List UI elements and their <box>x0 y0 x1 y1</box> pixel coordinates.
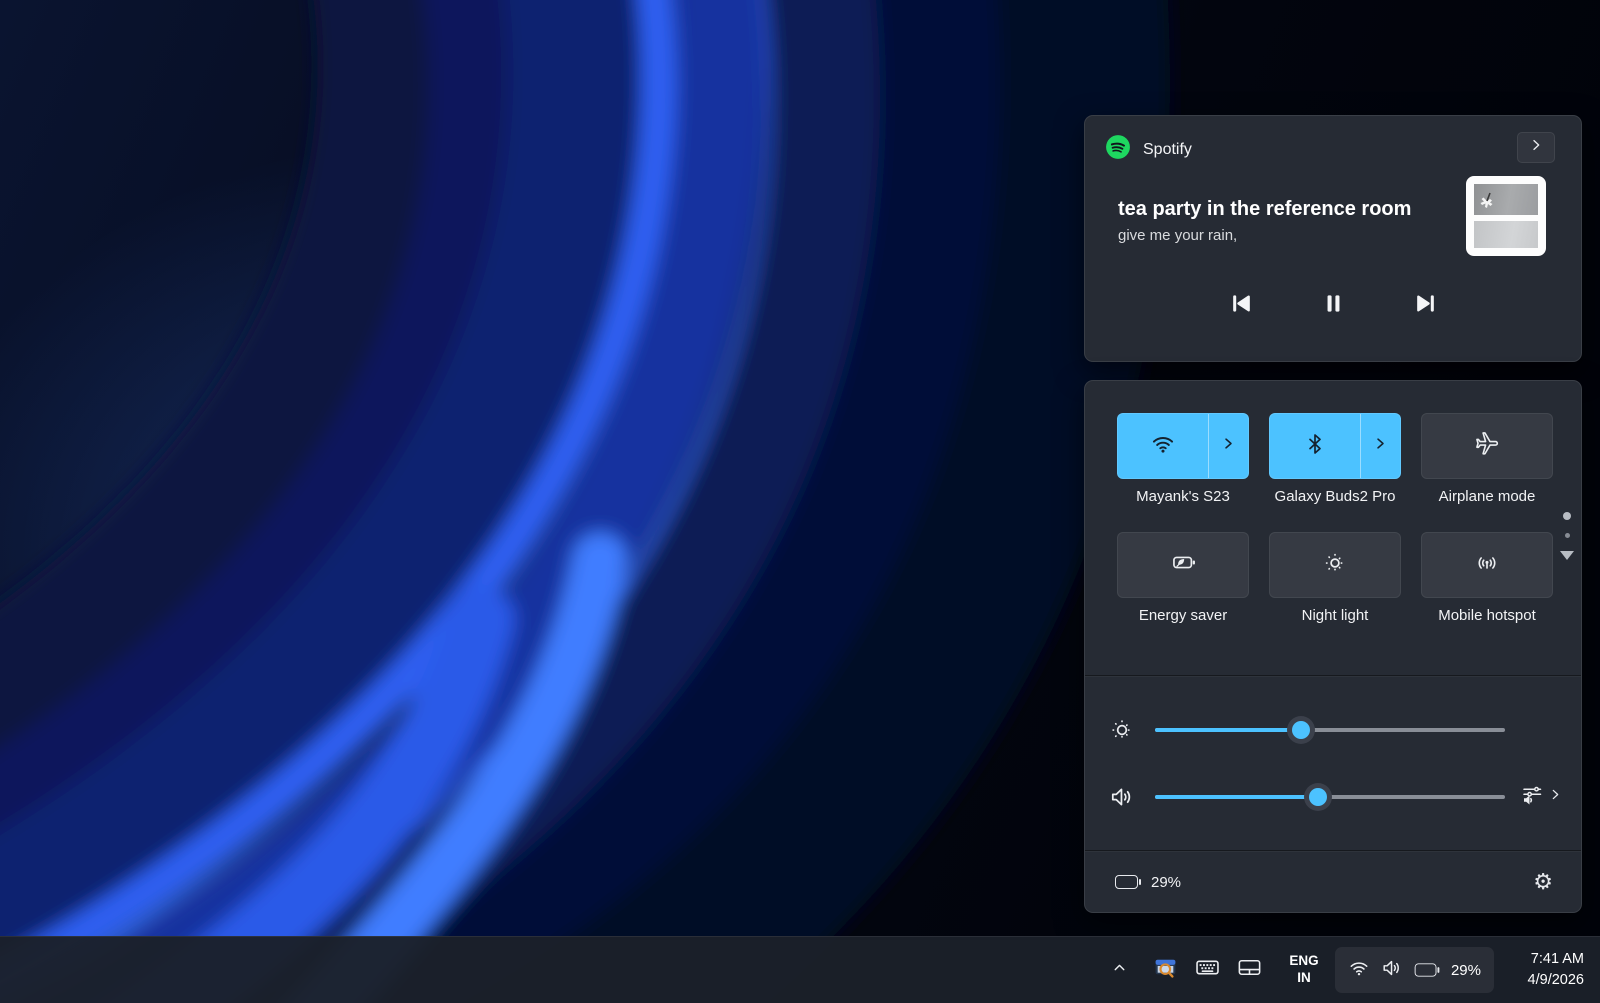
brightness-slider[interactable] <box>1155 719 1505 741</box>
previous-track-button[interactable] <box>1226 288 1256 318</box>
brightness-icon <box>1107 717 1137 743</box>
wifi-toggle[interactable] <box>1118 414 1208 478</box>
tile-label-energy-saver: Energy saver <box>1117 607 1249 624</box>
desktop: Spotify tea party in the reference room … <box>0 0 1600 1003</box>
tile-night-light[interactable] <box>1269 532 1401 598</box>
volume-slider[interactable] <box>1155 786 1505 808</box>
volume-row <box>1107 763 1563 830</box>
battery-icon <box>1415 963 1440 976</box>
page-dot-next[interactable] <box>1565 533 1570 538</box>
keyboard-icon <box>1194 954 1221 986</box>
album-art-flower <box>1476 192 1498 215</box>
chevron-right-icon <box>1528 137 1544 158</box>
next-track-button[interactable] <box>1410 288 1440 318</box>
touch-keyboard-button[interactable] <box>1189 948 1227 992</box>
quick-settings-tiles: Mayank's S23 Galaxy Buds2 Pro Airplane m… <box>1117 413 1553 651</box>
airplane-icon <box>1474 431 1500 462</box>
spotify-header: Spotify <box>1105 134 1192 165</box>
wifi-icon <box>1348 957 1370 984</box>
tile-label-night-light: Night light <box>1269 607 1401 624</box>
quick-settings-footer: 29% ⚙ <box>1085 851 1581 913</box>
brightness-thumb[interactable] <box>1292 721 1310 739</box>
pause-button[interactable] <box>1318 288 1348 318</box>
language-line2: IN <box>1297 970 1311 987</box>
spotify-media-card: Spotify tea party in the reference room … <box>1084 115 1582 362</box>
search-window-icon <box>1153 955 1178 985</box>
touchpad-icon <box>1236 954 1263 986</box>
quick-settings-panel: Mayank's S23 Galaxy Buds2 Pro Airplane m… <box>1084 380 1582 913</box>
bluetooth-expand[interactable] <box>1360 414 1400 478</box>
page-dot-current[interactable] <box>1563 512 1571 520</box>
hidden-icons-button[interactable] <box>1103 948 1137 992</box>
tile-airplane-mode[interactable] <box>1421 413 1553 479</box>
wifi-icon <box>1150 431 1176 462</box>
energy-saver-icon <box>1170 549 1197 581</box>
tile-energy-saver[interactable] <box>1117 532 1249 598</box>
volume-fill <box>1155 795 1316 799</box>
scroll-down-arrow-icon[interactable] <box>1560 551 1574 560</box>
brightness-fill <box>1155 728 1299 732</box>
wifi-expand[interactable] <box>1208 414 1248 478</box>
language-switcher[interactable]: ENG IN <box>1279 948 1329 992</box>
night-light-icon <box>1322 550 1348 581</box>
tile-label-wifi: Mayank's S23 <box>1117 488 1249 505</box>
volume-expand-chevron-icon[interactable] <box>1548 787 1563 807</box>
virtual-touchpad-button[interactable] <box>1231 948 1269 992</box>
chevron-right-icon <box>1373 436 1388 456</box>
album-art-bottom-band <box>1474 221 1538 248</box>
spotify-app-name: Spotify <box>1143 141 1192 159</box>
mobile-hotspot-icon <box>1474 550 1500 581</box>
taskbar: ENG IN <box>0 936 1600 1003</box>
spotify-expand-button[interactable] <box>1517 132 1555 163</box>
quick-settings-button[interactable]: 29% <box>1335 947 1494 993</box>
tray-search-app-button[interactable] <box>1147 948 1185 992</box>
brightness-row <box>1107 696 1563 763</box>
tile-label-airplane: Airplane mode <box>1421 488 1553 505</box>
battery-icon <box>1115 875 1141 889</box>
tile-label-bluetooth: Galaxy Buds2 Pro <box>1269 488 1401 505</box>
bluetooth-icon <box>1303 432 1327 461</box>
sliders-section <box>1085 676 1581 850</box>
bluetooth-toggle[interactable] <box>1270 414 1360 478</box>
spotify-logo-icon <box>1105 134 1131 165</box>
speaker-icon <box>1107 784 1137 810</box>
tile-bluetooth[interactable] <box>1269 413 1401 479</box>
clock[interactable]: 7:41 AM 4/9/2026 <box>1502 948 1588 992</box>
tile-mobile-hotspot[interactable] <box>1421 532 1553 598</box>
chevron-up-icon <box>1111 959 1128 981</box>
volume-thumb[interactable] <box>1309 788 1327 806</box>
date-label: 4/9/2026 <box>1528 970 1584 991</box>
chevron-right-icon <box>1221 436 1236 456</box>
tile-wifi[interactable] <box>1117 413 1249 479</box>
settings-gear-icon[interactable]: ⚙ <box>1533 871 1553 893</box>
track-title: tea party in the reference room <box>1118 198 1458 221</box>
battery-status[interactable]: 29% <box>1115 874 1181 891</box>
media-controls <box>1085 288 1581 318</box>
tile-label-mobile-hotspot: Mobile hotspot <box>1421 607 1553 624</box>
language-line1: ENG <box>1289 953 1318 970</box>
battery-percent-label: 29% <box>1151 874 1181 891</box>
tiles-page-indicator <box>1562 512 1572 560</box>
time-label: 7:41 AM <box>1531 949 1584 970</box>
audio-output-mixer-icon[interactable] <box>1520 782 1544 811</box>
speaker-icon <box>1381 957 1403 984</box>
album-art <box>1466 176 1546 256</box>
tray-battery-percent: 29% <box>1451 962 1481 979</box>
track-artist: give me your rain, <box>1118 227 1458 244</box>
